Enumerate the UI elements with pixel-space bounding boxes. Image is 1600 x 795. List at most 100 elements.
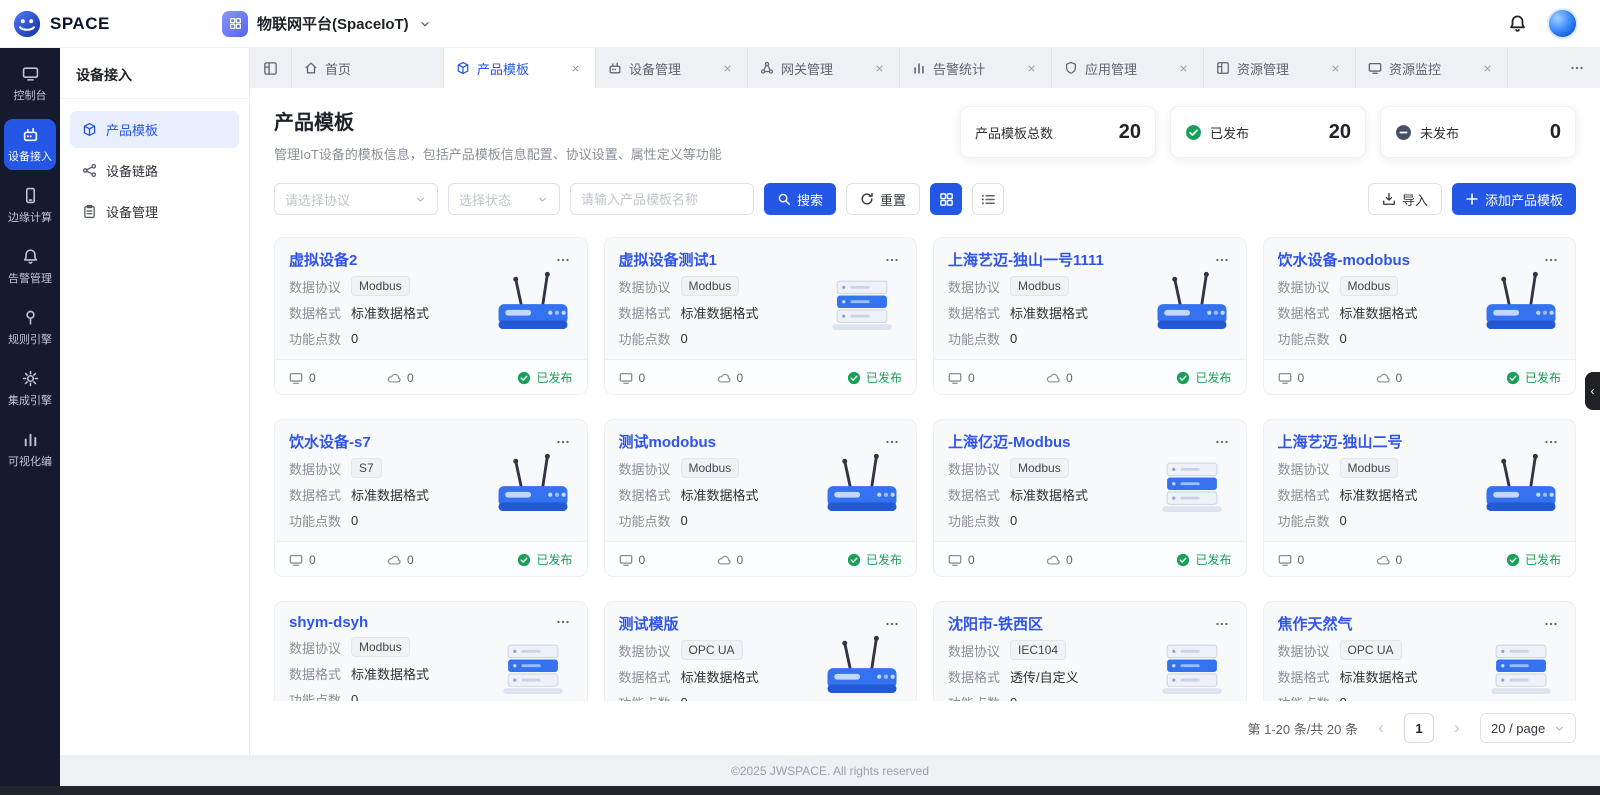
rail-item-device-access[interactable]: 设备接入 xyxy=(4,119,56,170)
points-value: 0 xyxy=(351,330,359,346)
rail-item-visualization[interactable]: 可视化编 xyxy=(4,424,56,475)
card-menu-button[interactable] xyxy=(555,251,573,269)
card-menu-button[interactable] xyxy=(555,433,573,451)
rail-item-edge-computing[interactable]: 边缘计算 xyxy=(4,180,56,231)
template-name-input[interactable] xyxy=(570,183,754,215)
tab-close-icon[interactable] xyxy=(568,61,583,76)
product-title-link[interactable]: 焦作天然气 xyxy=(1278,613,1353,634)
product-card[interactable]: 虚拟设备测试1 数据协议 Modbus 数据格式 标准数据格式 功能点数 0 0… xyxy=(603,237,917,395)
product-card[interactable]: 测试模版 数据协议 OPC UA 数据格式标准数据格式 功能点数 0 xyxy=(603,601,917,701)
gateway-count: 0 xyxy=(1376,553,1474,567)
search-button[interactable]: 搜索 xyxy=(764,183,837,215)
collapse-panel-button[interactable]: ‹ xyxy=(1585,372,1600,410)
product-title-link[interactable]: 测试modobus xyxy=(619,431,717,452)
card-menu-button[interactable] xyxy=(1543,615,1561,633)
product-card[interactable]: 测试modobus 数据协议 Modbus 数据格式标准数据格式 功能点数 0 xyxy=(603,419,917,577)
product-title-link[interactable]: 虚拟设备2 xyxy=(289,249,357,270)
tabs-more-button[interactable] xyxy=(1554,48,1600,88)
product-card[interactable]: 沈阳市-铁西区 数据协议 IEC104 数据格式透传/自定义 功能点数 0 xyxy=(933,601,1247,701)
button-label: 重置 xyxy=(880,192,907,208)
gateway-count-value: 0 xyxy=(736,370,744,385)
rail-item-integration-engine[interactable]: 集成引擎 xyxy=(4,363,56,414)
card-menu-button[interactable] xyxy=(884,615,902,633)
notification-bell-icon[interactable] xyxy=(1508,14,1527,33)
tab-close-icon[interactable] xyxy=(872,61,887,76)
product-title-link[interactable]: 上海艺迈-独山一号1111 xyxy=(948,249,1104,270)
tab-close-icon[interactable] xyxy=(720,61,735,76)
tab-app-manage[interactable]: 应用管理 xyxy=(1052,48,1204,88)
logo: SPACE xyxy=(12,9,162,39)
stat-value: 20 xyxy=(1328,120,1351,143)
tab-list-icon-button[interactable] xyxy=(250,48,292,88)
user-avatar[interactable] xyxy=(1547,8,1578,39)
add-product-template-button[interactable]: 添加产品模板 xyxy=(1451,183,1576,215)
tab-resource-monitor[interactable]: 资源监控 xyxy=(1356,48,1508,88)
card-menu-button[interactable] xyxy=(1543,251,1561,269)
import-button[interactable]: 导入 xyxy=(1367,183,1442,215)
product-card[interactable]: 上海艺迈-独山二号 数据协议 Modbus 数据格式标准数据格式 功能点数 0 xyxy=(1262,419,1576,577)
product-title-link[interactable]: 沈阳市-铁西区 xyxy=(948,613,1043,634)
tab-home[interactable]: 首页 xyxy=(292,48,444,88)
card-menu-button[interactable] xyxy=(555,613,573,631)
next-page-button[interactable]: › xyxy=(1444,715,1470,741)
product-title-link[interactable]: 测试模版 xyxy=(619,613,679,634)
sidebar-item-device-link[interactable]: 设备链路 xyxy=(70,152,239,189)
tab-label: 资源管理 xyxy=(1237,61,1290,77)
sidebar-item-product-template[interactable]: 产品模板 xyxy=(70,111,239,148)
rail-item-console[interactable]: 控制台 xyxy=(4,58,56,109)
product-title-link[interactable]: 饮水设备-modobus xyxy=(1278,249,1411,270)
product-title-link[interactable]: 虚拟设备测试1 xyxy=(619,249,717,270)
publish-status-badge: 已发布 xyxy=(847,551,902,568)
primary-rail: 控制台 设备接入 边缘计算 告警管理 规则引擎 集成引擎 可视化编 xyxy=(0,48,60,786)
tab-gateway-manage[interactable]: 网关管理 xyxy=(748,48,900,88)
reset-button[interactable]: 重置 xyxy=(846,183,921,215)
page-subtitle: 管理IoT设备的模板信息，包括产品模板信息配置、协议设置、属性定义等功能 xyxy=(274,147,722,162)
grid-view-button[interactable] xyxy=(930,183,963,215)
prev-page-button[interactable]: ‹ xyxy=(1368,715,1394,741)
status-select[interactable]: 选择状态 xyxy=(448,183,560,215)
product-card[interactable]: 饮水设备-s7 数据协议 S7 数据格式 标准数据格式 功能点数 0 0 0 已… xyxy=(274,419,588,577)
product-card[interactable]: 虚拟设备2 数据协议 Modbus 数据格式 标准数据格式 功能点数 0 0 0… xyxy=(274,237,588,395)
rail-item-alarm-management[interactable]: 告警管理 xyxy=(4,241,56,292)
points-label: 功能点数 xyxy=(289,331,342,347)
publish-status-label: 已发布 xyxy=(865,371,902,385)
protocol-select[interactable]: 请选择协议 xyxy=(274,183,438,215)
tab-close-icon[interactable] xyxy=(1176,61,1191,76)
tab-close-icon[interactable] xyxy=(1024,61,1039,76)
product-title-link[interactable]: 上海艺迈-独山二号 xyxy=(1278,431,1403,452)
publish-status-badge: 已发布 xyxy=(517,369,573,386)
card-body: 上海艺迈-独山二号 数据协议 Modbus 数据格式 标准数据格式 功能点数 0 xyxy=(1264,420,1576,541)
product-card[interactable]: 焦作天然气 数据协议 OPC UA 数据格式标准数据格式 功能点数 0 xyxy=(1262,601,1576,701)
product-title-link[interactable]: 上海亿迈-Modbus xyxy=(948,431,1070,452)
card-menu-button[interactable] xyxy=(884,251,902,269)
page-number-button[interactable]: 1 xyxy=(1404,713,1434,743)
tab-close-icon[interactable] xyxy=(1328,61,1343,76)
tab-device-manage[interactable]: 设备管理 xyxy=(596,48,748,88)
card-menu-button[interactable] xyxy=(1214,433,1232,451)
card-menu-button[interactable] xyxy=(884,433,902,451)
product-card[interactable]: 饮水设备-modobus 数据协议 Modbus 数据格式 标准数据格式 功能点数 0 xyxy=(1262,237,1576,395)
product-card[interactable]: shym-dsyh 数据协议 Modbus 数据格式 标准数据格式 功能点数 0 xyxy=(274,601,588,701)
protocol-tag: Modbus xyxy=(1010,276,1069,296)
tab-resource-manage[interactable]: 资源管理 xyxy=(1204,48,1356,88)
product-title-link[interactable]: shym-dsyh xyxy=(289,614,368,631)
card-menu-button[interactable] xyxy=(1543,433,1561,451)
resource-manage-icon xyxy=(1216,61,1230,75)
tab-close-icon[interactable] xyxy=(1480,61,1495,76)
card-menu-button[interactable] xyxy=(1214,251,1232,269)
sidebar-nav: 产品模板 设备链路 设备管理 xyxy=(60,99,249,242)
product-title-link[interactable]: 饮水设备-s7 xyxy=(289,431,371,452)
tab-product-template[interactable]: 产品模板 xyxy=(444,48,596,88)
workspace-selector[interactable]: 物联网平台(SpaceIoT) xyxy=(222,10,432,37)
page-size-select[interactable]: 20 / page xyxy=(1480,713,1576,743)
rail-item-rule-engine[interactable]: 规则引擎 xyxy=(4,302,56,353)
card-menu-button[interactable] xyxy=(1214,615,1232,633)
format-value: 标准数据格式 xyxy=(351,666,430,682)
product-card[interactable]: 上海亿迈-Modbus 数据协议 Modbus 数据格式 标准数据格式 功能点数 0 xyxy=(933,419,1247,577)
publish-status-badge: 已发布 xyxy=(1176,551,1232,568)
gateway-count-value: 0 xyxy=(1066,552,1073,567)
tab-alarm-stats[interactable]: 告警统计 xyxy=(900,48,1052,88)
list-view-button[interactable] xyxy=(972,183,1005,215)
sidebar-item-device-manage[interactable]: 设备管理 xyxy=(70,193,239,230)
product-card[interactable]: 上海艺迈-独山一号1111 数据协议 Modbus 数据格式 标准数据格式 功能点数… xyxy=(933,237,1247,395)
